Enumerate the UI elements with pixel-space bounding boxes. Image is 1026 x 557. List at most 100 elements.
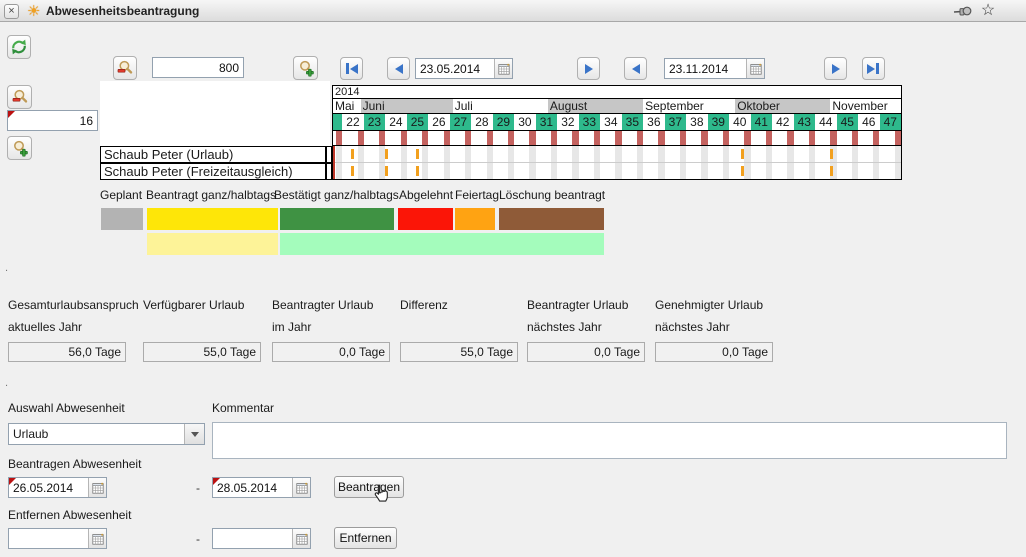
holiday-mark bbox=[385, 149, 388, 159]
summary-value-4: 0,0 Tage bbox=[527, 342, 645, 362]
weekend-stripe bbox=[336, 163, 342, 179]
weekend-mark bbox=[401, 131, 407, 145]
summary-value-5: 0,0 Tage bbox=[655, 342, 773, 362]
weekend-mark bbox=[830, 131, 836, 145]
holiday-mark bbox=[830, 149, 833, 159]
timeline-week-row: 2223242526272829303132333435363738394041… bbox=[333, 114, 901, 131]
first-icon bbox=[346, 63, 349, 74]
weekend-mark bbox=[895, 131, 901, 145]
magnifier-plus-icon bbox=[11, 139, 29, 157]
week-cell-39: 39 bbox=[708, 114, 730, 130]
close-button[interactable]: × bbox=[4, 4, 19, 19]
remove-button[interactable]: Entfernen bbox=[334, 527, 397, 549]
resource-row-urlaub[interactable]: Schaub Peter (Urlaub) bbox=[100, 146, 326, 163]
summary-label-2: Beantragter Urlaub bbox=[272, 298, 373, 312]
range-zoom-in-button[interactable] bbox=[293, 56, 318, 80]
request-from-calendar-button[interactable] bbox=[88, 478, 106, 497]
request-to-input[interactable] bbox=[213, 478, 292, 497]
weekend-stripe bbox=[487, 163, 493, 179]
nav-prev-end-button[interactable] bbox=[624, 57, 647, 80]
weekend-stripe bbox=[594, 163, 600, 179]
weekend-stripe bbox=[422, 146, 428, 162]
range-value-input[interactable] bbox=[153, 58, 243, 77]
comment-textarea[interactable] bbox=[212, 422, 1007, 459]
summary-value-0: 56,0 Tage bbox=[8, 342, 126, 362]
summary-value-2: 0,0 Tage bbox=[272, 342, 390, 362]
timeline-month-row: MaiJuniJuliAugustSeptemberOktoberNovembe… bbox=[333, 99, 901, 114]
start-date-calendar-button[interactable] bbox=[494, 59, 512, 78]
week-cell-43: 43 bbox=[794, 114, 816, 130]
timeline-year: 2014 bbox=[333, 86, 901, 99]
timeline-row-freizeitausgleich[interactable] bbox=[333, 163, 901, 179]
star-icon: ☆ bbox=[981, 2, 995, 19]
request-from-input[interactable] bbox=[9, 478, 88, 497]
close-icon: × bbox=[8, 5, 14, 17]
month-cell-juni: Juni bbox=[361, 99, 456, 113]
nav-last-button[interactable] bbox=[862, 57, 885, 80]
summary-value-1: 55,0 Tage bbox=[143, 342, 261, 362]
week-cell-40: 40 bbox=[729, 114, 751, 130]
range-zoom-out-button[interactable] bbox=[113, 56, 137, 80]
summary-label-0: Gesamturlaubsanspruch bbox=[8, 298, 139, 312]
calendar-icon bbox=[92, 533, 104, 545]
month-cell-oktober: Oktober bbox=[735, 99, 833, 113]
nav-next-start-button[interactable] bbox=[577, 57, 600, 80]
nav-prev-start-button[interactable] bbox=[387, 57, 410, 80]
weekend-mark bbox=[422, 131, 428, 145]
month-cell-juli: Juli bbox=[453, 99, 551, 113]
refresh-button[interactable] bbox=[7, 35, 31, 59]
remove-to-field bbox=[212, 528, 311, 549]
remove-to-input[interactable] bbox=[213, 529, 292, 548]
magnifier-minus-icon bbox=[116, 59, 134, 77]
weekend-stripe bbox=[852, 163, 858, 179]
chevron-down-icon bbox=[191, 432, 199, 437]
holiday-mark bbox=[416, 149, 419, 159]
start-date-input[interactable] bbox=[416, 59, 494, 78]
row-count-input[interactable] bbox=[8, 111, 97, 130]
separator-dot: . bbox=[5, 377, 8, 389]
calendar-icon bbox=[296, 533, 308, 545]
weekend-stripe bbox=[529, 146, 535, 162]
resource-row-freizeitausgleich[interactable]: Schaub Peter (Freizeitausgleich) bbox=[100, 163, 326, 180]
dropdown-arrow-button[interactable] bbox=[184, 424, 204, 444]
request-from-field bbox=[8, 477, 107, 498]
weekend-stripe bbox=[358, 163, 364, 179]
nav-first-button[interactable] bbox=[340, 57, 363, 80]
remove-to-calendar-button[interactable] bbox=[292, 529, 310, 548]
remove-from-input[interactable] bbox=[9, 529, 88, 548]
legend-half-swatch-2 bbox=[280, 233, 604, 255]
absence-type-dropdown[interactable]: Urlaub bbox=[8, 423, 205, 445]
nav-next-end-button[interactable] bbox=[824, 57, 847, 80]
week-cell-34: 34 bbox=[600, 114, 622, 130]
week-cell-45: 45 bbox=[837, 114, 859, 130]
end-date-calendar-button[interactable] bbox=[746, 59, 764, 78]
prev-icon bbox=[632, 64, 640, 74]
weekend-stripe bbox=[895, 163, 901, 179]
rows-zoom-in-button[interactable] bbox=[7, 136, 32, 160]
calendar-icon bbox=[750, 63, 762, 75]
legend-label-1: Beantragt ganz/halbtags bbox=[146, 188, 276, 202]
legend-label-4: Feiertag bbox=[455, 188, 499, 202]
weekend-stripe bbox=[658, 146, 664, 162]
separator-dot: . bbox=[5, 262, 8, 274]
calendar-icon bbox=[498, 63, 510, 75]
request-to-calendar-button[interactable] bbox=[292, 478, 310, 497]
next-icon bbox=[832, 64, 840, 74]
week-cell-24: 24 bbox=[385, 114, 407, 130]
rows-zoom-out-button[interactable] bbox=[7, 85, 32, 109]
favorite-star-button[interactable]: ☆ bbox=[978, 1, 998, 20]
weekend-stripe bbox=[809, 163, 815, 179]
weekend-stripe bbox=[723, 146, 729, 162]
remove-from-calendar-button[interactable] bbox=[88, 529, 106, 548]
legend-label-5: Löschung beantragt bbox=[499, 188, 605, 202]
weekend-stripe bbox=[809, 146, 815, 162]
end-date-input[interactable] bbox=[665, 59, 746, 78]
legend-label-3: Abgelehnt bbox=[399, 188, 453, 202]
timeline-row-urlaub[interactable] bbox=[333, 146, 901, 163]
legend-labels: GeplantBeantragt ganz/halbtagsBestätigt … bbox=[0, 188, 1026, 202]
month-cell-august: August bbox=[548, 99, 646, 113]
request-button[interactable]: Beantragen bbox=[334, 476, 404, 498]
summary-label2-0: aktuelles Jahr bbox=[8, 320, 82, 334]
holiday-mark bbox=[416, 166, 419, 176]
pin-button[interactable] bbox=[952, 3, 974, 20]
